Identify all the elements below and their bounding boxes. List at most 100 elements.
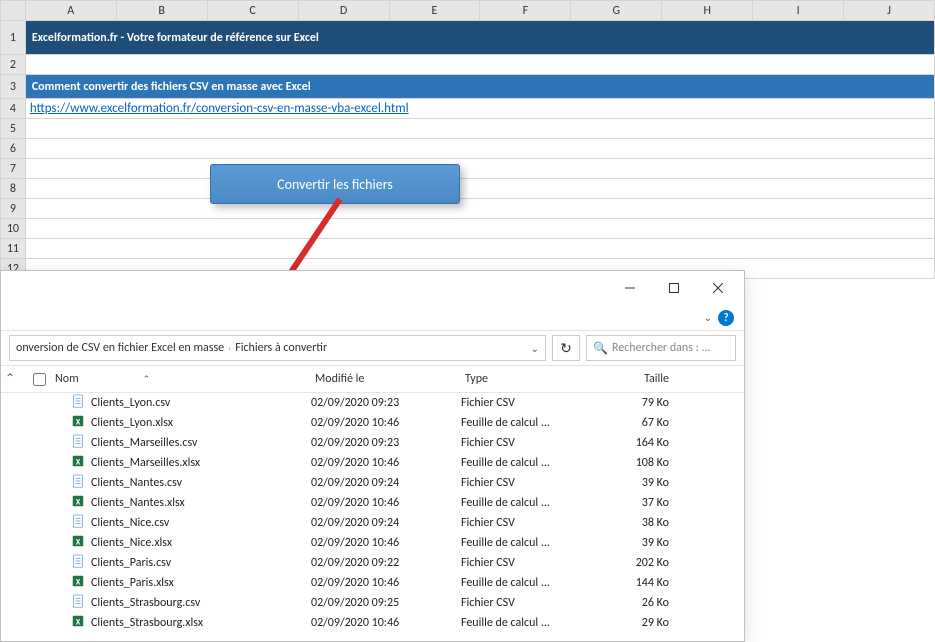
- row-header[interactable]: 1: [1, 21, 26, 55]
- col-header[interactable]: E: [389, 1, 480, 21]
- select-all-checkbox[interactable]: [29, 373, 51, 386]
- cell[interactable]: [25, 199, 934, 219]
- up-button[interactable]: ⌃: [5, 371, 15, 386]
- row-header[interactable]: 4: [1, 99, 26, 119]
- csv-icon: [71, 394, 85, 412]
- subtitle-banner[interactable]: Comment convertir des fichiers CSV en ma…: [25, 75, 934, 99]
- file-size: 108 Ko: [591, 456, 681, 470]
- column-header-name[interactable]: Nom ⌃: [51, 372, 311, 386]
- file-modified: 02/09/2020 09:24: [311, 516, 461, 530]
- titlebar: [1, 271, 744, 305]
- file-size: 39 Ko: [591, 536, 681, 550]
- sort-arrow-icon: ⌃: [143, 374, 151, 385]
- csv-icon: [71, 434, 85, 452]
- file-name: Clients_Paris.xlsx: [91, 576, 174, 590]
- file-row[interactable]: XClients_Strasbourg.xlsx02/09/2020 10:46…: [1, 613, 744, 633]
- maximize-button[interactable]: [652, 273, 696, 303]
- file-modified: 02/09/2020 09:22: [311, 556, 461, 570]
- row-header[interactable]: 5: [1, 119, 26, 139]
- file-row[interactable]: XClients_Paris.xlsx02/09/2020 10:46Feuil…: [1, 573, 744, 593]
- col-header[interactable]: J: [844, 1, 935, 21]
- row-header[interactable]: 9: [1, 199, 26, 219]
- col-header[interactable]: C: [207, 1, 298, 21]
- cell[interactable]: [25, 179, 934, 199]
- breadcrumb-dropdown-icon[interactable]: ⌄: [531, 342, 539, 355]
- file-list: Clients_Lyon.csv02/09/2020 09:23Fichier …: [1, 393, 744, 633]
- column-header-modified[interactable]: Modifié le: [311, 372, 461, 386]
- file-row[interactable]: Clients_Paris.csv02/09/2020 09:22Fichier…: [1, 553, 744, 573]
- refresh-icon: ↻: [560, 340, 572, 357]
- col-header[interactable]: F: [480, 1, 571, 21]
- row-header[interactable]: 2: [1, 55, 26, 75]
- file-row[interactable]: Clients_Nantes.csv02/09/2020 09:24Fichie…: [1, 473, 744, 493]
- help-bar: ⌄ ?: [1, 305, 744, 331]
- file-size: 38 Ko: [591, 516, 681, 530]
- minimize-button[interactable]: [608, 273, 652, 303]
- file-row[interactable]: XClients_Marseilles.xlsx02/09/2020 10:46…: [1, 453, 744, 473]
- cell[interactable]: [25, 119, 934, 139]
- file-name: Clients_Nice.xlsx: [91, 536, 172, 550]
- file-name: Clients_Nantes.csv: [91, 476, 182, 490]
- row-header[interactable]: 6: [1, 139, 26, 159]
- svg-text:X: X: [76, 539, 81, 548]
- refresh-button[interactable]: ↻: [552, 335, 580, 361]
- help-icon[interactable]: ?: [718, 310, 734, 326]
- col-header[interactable]: A: [25, 1, 116, 21]
- svg-text:X: X: [76, 619, 81, 628]
- file-explorer-window: ⌄ ? onversion de CSV en fichier Excel en…: [0, 270, 745, 642]
- row-header[interactable]: 11: [1, 239, 26, 259]
- file-modified: 02/09/2020 09:23: [311, 436, 461, 450]
- chevron-down-icon[interactable]: ⌄: [704, 311, 712, 324]
- file-modified: 02/09/2020 09:23: [311, 396, 461, 410]
- file-size: 37 Ko: [591, 496, 681, 510]
- search-placeholder: Rechercher dans : ...: [612, 341, 711, 355]
- col-header[interactable]: D: [298, 1, 389, 21]
- file-row[interactable]: Clients_Strasbourg.csv02/09/2020 09:25Fi…: [1, 593, 744, 613]
- breadcrumb[interactable]: onversion de CSV en fichier Excel en mas…: [9, 335, 546, 361]
- breadcrumb-part[interactable]: Fichiers à convertir: [235, 341, 327, 355]
- search-input[interactable]: 🔍 Rechercher dans : ...: [586, 335, 736, 361]
- file-type: Fichier CSV: [461, 516, 591, 530]
- file-name: Clients_Nantes.xlsx: [91, 496, 185, 510]
- csv-icon: [71, 514, 85, 532]
- cell[interactable]: [25, 239, 934, 259]
- file-size: 164 Ko: [591, 436, 681, 450]
- cell[interactable]: [25, 55, 934, 75]
- url-link[interactable]: https://www.excelformation.fr/conversion…: [30, 101, 409, 116]
- file-modified: 02/09/2020 10:46: [311, 456, 461, 470]
- col-header[interactable]: H: [662, 1, 753, 21]
- col-header[interactable]: B: [116, 1, 207, 21]
- file-row[interactable]: Clients_Nice.csv 02/09/2020 09:24Fichier …: [1, 513, 744, 533]
- svg-text:X: X: [76, 419, 81, 428]
- row-header[interactable]: 3: [1, 75, 26, 99]
- column-header-type[interactable]: Type: [461, 372, 591, 386]
- chevron-right-icon: ›: [228, 343, 231, 354]
- file-row[interactable]: XClients_Nantes.xlsx02/09/2020 10:46Feui…: [1, 493, 744, 513]
- url-cell[interactable]: https://www.excelformation.fr/conversion…: [25, 99, 934, 119]
- title-banner[interactable]: Excelformation.fr - Votre formateur de r…: [25, 21, 934, 55]
- breadcrumb-part[interactable]: onversion de CSV en fichier Excel en mas…: [16, 341, 224, 355]
- col-header[interactable]: I: [753, 1, 844, 21]
- column-header-size[interactable]: Taille: [591, 372, 681, 386]
- file-name: Clients_Nice.csv: [91, 516, 169, 530]
- file-row[interactable]: XClients_Lyon.xlsx02/09/2020 10:46Feuill…: [1, 413, 744, 433]
- excel-icon: X: [71, 534, 85, 552]
- maximize-icon: [669, 283, 679, 293]
- cell[interactable]: [25, 219, 934, 239]
- convert-button[interactable]: Convertir les fichiers: [210, 164, 460, 204]
- file-row[interactable]: Clients_Lyon.csv02/09/2020 09:23Fichier …: [1, 393, 744, 413]
- select-all-corner[interactable]: [1, 1, 26, 21]
- col-header[interactable]: G: [571, 1, 662, 21]
- cell[interactable]: [25, 139, 934, 159]
- excel-icon: X: [71, 414, 85, 432]
- file-row[interactable]: XClients_Nice.xlsx02/09/2020 10:46Feuill…: [1, 533, 744, 553]
- close-button[interactable]: [696, 273, 740, 303]
- file-row[interactable]: Clients_Marseilles.csv02/09/2020 09:23Fi…: [1, 433, 744, 453]
- file-size: 202 Ko: [591, 556, 681, 570]
- cell[interactable]: [25, 159, 934, 179]
- svg-text:X: X: [76, 459, 81, 468]
- row-header[interactable]: 7: [1, 159, 26, 179]
- row-header[interactable]: 10: [1, 219, 26, 239]
- row-header[interactable]: 8: [1, 179, 26, 199]
- csv-icon: [71, 474, 85, 492]
